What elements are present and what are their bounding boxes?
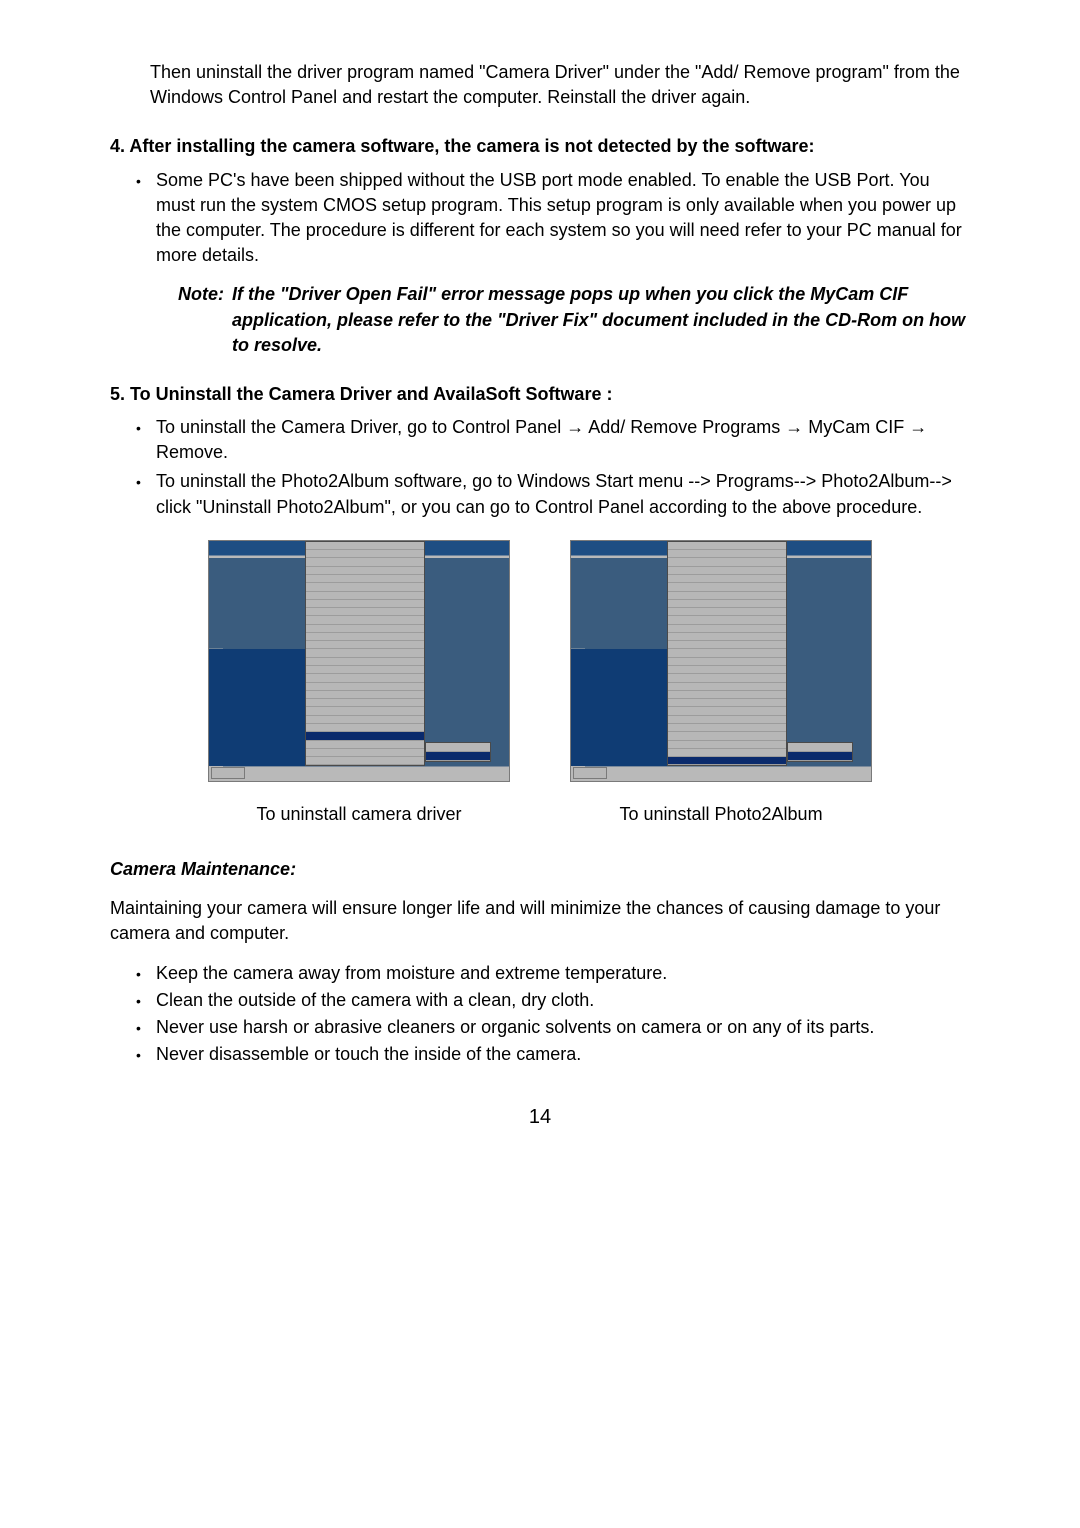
- start-menu-left-column: [209, 649, 306, 767]
- bullet-dot: •: [136, 1015, 142, 1039]
- note-text: If the "Driver Open Fail" error message …: [232, 282, 970, 358]
- figure-caption-1: To uninstall camera driver: [256, 802, 461, 827]
- figure-uninstall-driver: Windows Me To uninstall camera driver: [208, 540, 510, 827]
- maintenance-bullet-2-text: Clean the outside of the camera with a c…: [156, 988, 970, 1013]
- section5-title: 5. To Uninstall the Camera Driver and Av…: [110, 382, 970, 407]
- bullet-dot: •: [136, 988, 142, 1012]
- screenshot-start-menu-1: Windows Me: [208, 540, 510, 782]
- start-button-icon: [573, 767, 607, 779]
- programs-menu: [305, 541, 425, 767]
- bullet-dot: •: [136, 415, 142, 439]
- camera-maintenance-title: Camera Maintenance:: [110, 857, 970, 882]
- section5-bullet-2: • To uninstall the Photo2Album software,…: [110, 469, 970, 519]
- maintenance-bullet-2: • Clean the outside of the camera with a…: [110, 988, 970, 1013]
- maintenance-bullet-1-text: Keep the camera away from moisture and e…: [156, 961, 970, 986]
- section5-bullet-2-text: To uninstall the Photo2Album software, g…: [156, 469, 970, 519]
- start-menu-left-column: [571, 649, 668, 767]
- screenshot-start-menu-2: Windows Me: [570, 540, 872, 782]
- section5-bullet-1-text: To uninstall the Camera Driver, go to Co…: [156, 415, 970, 465]
- section4-bullet-text: Some PC's have been shipped without the …: [156, 168, 970, 269]
- section4-note: Note: If the "Driver Open Fail" error me…: [110, 282, 970, 358]
- figure-uninstall-photo2album: Windows Me To uninstall Photo2Album: [570, 540, 872, 827]
- bullet-dot: •: [136, 1042, 142, 1066]
- bullet-dot: •: [136, 961, 142, 985]
- figure-caption-2: To uninstall Photo2Album: [619, 802, 822, 827]
- page-number: 14: [110, 1103, 970, 1131]
- maintenance-bullet-1: • Keep the camera away from moisture and…: [110, 961, 970, 986]
- section4-title: 4. After installing the camera software,…: [110, 134, 970, 159]
- section4-bullet: • Some PC's have been shipped without th…: [110, 168, 970, 269]
- maintenance-bullet-3-text: Never use harsh or abrasive cleaners or …: [156, 1015, 970, 1040]
- mycam-submenu: [425, 742, 491, 762]
- bullet-dot: •: [136, 168, 142, 192]
- maintenance-intro: Maintaining your camera will ensure long…: [110, 896, 970, 946]
- programs-menu: [667, 541, 787, 767]
- maintenance-bullet-4-text: Never disassemble or touch the inside of…: [156, 1042, 970, 1067]
- maintenance-bullet-4: • Never disassemble or touch the inside …: [110, 1042, 970, 1067]
- photo2album-submenu: [787, 742, 853, 762]
- bullet-dot: •: [136, 469, 142, 493]
- section5-bullet-1: • To uninstall the Camera Driver, go to …: [110, 415, 970, 465]
- figures-row: Windows Me To uninstall camera driver: [110, 540, 970, 827]
- note-label: Note:: [178, 282, 224, 358]
- intro-paragraph: Then uninstall the driver program named …: [110, 60, 970, 110]
- maintenance-bullet-3: • Never use harsh or abrasive cleaners o…: [110, 1015, 970, 1040]
- start-button-icon: [211, 767, 245, 779]
